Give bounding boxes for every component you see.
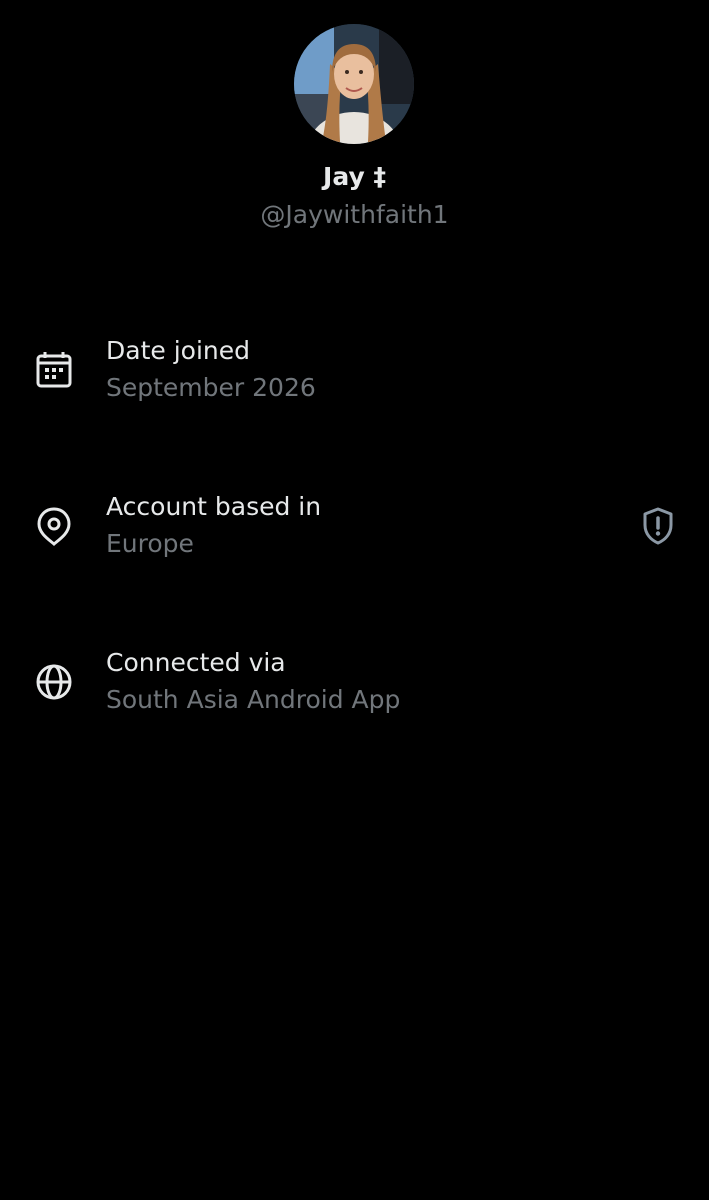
account-based-in-value: Europe xyxy=(106,529,194,558)
username-handle: @Jaywithfaith1 xyxy=(260,200,449,229)
avatar[interactable] xyxy=(294,24,414,144)
connected-via-row: Connected via South Asia Android App xyxy=(0,642,709,732)
profile-photo xyxy=(294,24,414,144)
connected-via-label: Connected via xyxy=(106,648,286,677)
globe-icon xyxy=(36,664,72,700)
shield-alert-icon[interactable] xyxy=(640,506,676,546)
date-joined-row: Date joined September 2026 xyxy=(0,330,709,420)
profile-header: Jay ‡ @Jaywithfaith1 xyxy=(0,0,709,260)
date-joined-label: Date joined xyxy=(106,336,250,365)
calendar-icon xyxy=(36,352,72,388)
location-pin-icon xyxy=(37,507,71,546)
account-based-in-label: Account based in xyxy=(106,492,322,521)
date-joined-value: September 2026 xyxy=(106,373,316,402)
account-based-in-row: Account based in Europe xyxy=(0,486,709,576)
display-name: Jay ‡ xyxy=(323,162,386,191)
connected-via-value: South Asia Android App xyxy=(106,685,401,714)
